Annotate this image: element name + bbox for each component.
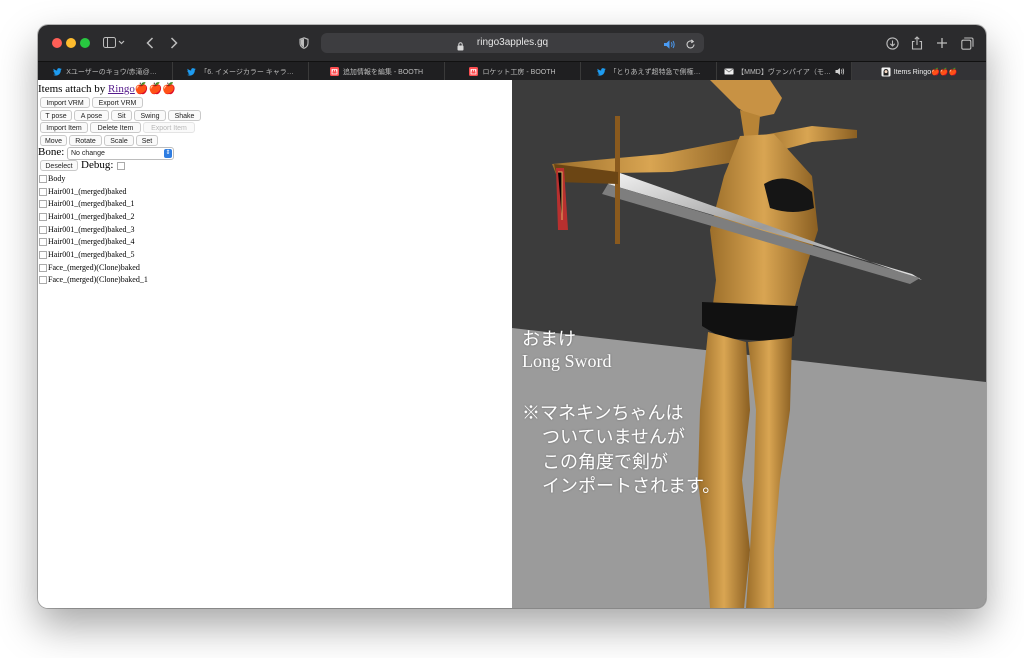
delete-item-button[interactable]: Delete Item xyxy=(90,122,141,133)
new-tab-icon[interactable] xyxy=(935,34,949,52)
booth-icon xyxy=(329,67,339,76)
tab-5[interactable]: 「とりあえず超特急で側権… xyxy=(581,62,717,81)
page-title: Items attach by Ringo🍎🍎🍎 xyxy=(38,82,176,95)
overlay-heading: おまけ xyxy=(522,329,576,349)
mesh-checkbox[interactable] xyxy=(39,188,47,196)
twitter-icon xyxy=(53,67,62,76)
t-pose-button[interactable]: T pose xyxy=(40,110,72,121)
set-button[interactable]: Set xyxy=(136,135,158,146)
audio-playing-icon[interactable] xyxy=(835,67,844,76)
address-bar[interactable]: ringo3apples.gq xyxy=(321,33,704,53)
tab-label: ロケット工房 - BOOTH xyxy=(482,68,556,76)
3d-scene-render xyxy=(512,80,986,608)
reload-icon[interactable] xyxy=(685,37,696,55)
downloads-icon[interactable] xyxy=(885,34,899,52)
browser-toolbar: ringo3apples.gq xyxy=(38,25,986,61)
control-panel: Items attach by Ringo🍎🍎🍎 Import VRM Expo… xyxy=(38,80,512,608)
mesh-checkbox-body[interactable] xyxy=(39,175,47,183)
tab-overview-icon[interactable] xyxy=(960,34,974,52)
debug-label: Debug: xyxy=(81,159,114,171)
close-window-button[interactable] xyxy=(52,38,62,48)
a-pose-button[interactable]: A pose xyxy=(74,110,109,121)
mesh-checkbox[interactable] xyxy=(39,251,47,259)
tab-label: 「6. イメージカラー キャラ… xyxy=(200,68,294,76)
mesh-item: Face_(merged)(Clone)baked_1 xyxy=(48,275,148,284)
mesh-item: Face_(merged)(Clone)baked xyxy=(48,263,140,272)
3d-viewport[interactable]: おまけ Long Sword ※マネキンちゃんは ついていませんが この角度で剣… xyxy=(512,80,986,608)
tab-2[interactable]: 「6. イメージカラー キャラ… xyxy=(173,62,309,81)
tab-1[interactable]: Xユーザーのキョウ/赤滝@… xyxy=(38,62,173,81)
tab-label: Items Ringo🍎🍎🍎 xyxy=(893,68,958,76)
mesh-checkbox[interactable] xyxy=(39,238,47,246)
share-icon[interactable] xyxy=(910,34,924,52)
tab-3[interactable]: 追加情報を編集 - BOOTH xyxy=(309,62,445,81)
twitter-icon xyxy=(187,67,196,76)
overlay-note: ※マネキンちゃんは xyxy=(522,403,684,423)
speaker-icon[interactable] xyxy=(663,37,676,55)
mesh-checkbox[interactable] xyxy=(39,276,47,284)
mail-icon xyxy=(724,67,734,76)
mesh-item: Hair001_(merged)baked_2 xyxy=(48,212,135,221)
forward-icon[interactable] xyxy=(167,34,181,52)
swing-button[interactable]: Swing xyxy=(134,110,166,121)
mesh-item: Hair001_(merged)baked_1 xyxy=(48,199,135,208)
overlay-item-name: Long Sword xyxy=(522,351,612,371)
mesh-checkbox[interactable] xyxy=(39,264,47,272)
booth-icon xyxy=(469,67,479,76)
url-text: ringo3apples.gq xyxy=(476,37,549,48)
debug-checkbox[interactable] xyxy=(117,162,125,170)
apple-icons: 🍎🍎🍎 xyxy=(134,83,176,95)
title-text: Items attach by xyxy=(38,83,108,95)
ringo-link[interactable]: Ringo xyxy=(108,83,135,95)
tab-label: 「とりあえず超特急で側権… xyxy=(609,68,701,76)
tab-bar: Xユーザーのキョウ/赤滝@… 「6. イメージカラー キャラ… 追加情報を編集 … xyxy=(38,61,986,81)
browser-window: ringo3apples.gq Xユーザーのキョウ/赤滝@… 「6. イメージカ… xyxy=(38,25,986,608)
export-item-button[interactable]: Export Item xyxy=(143,122,195,133)
privacy-shield-icon[interactable] xyxy=(297,34,311,52)
shake-button[interactable]: Shake xyxy=(168,110,201,121)
mesh-item: Hair001_(merged)baked xyxy=(48,187,127,196)
tab-4[interactable]: ロケット工房 - BOOTH xyxy=(445,62,581,81)
zoom-window-button[interactable] xyxy=(80,38,90,48)
chevron-updown-icon: ⇕ xyxy=(164,149,172,158)
deselect-button[interactable]: Deselect xyxy=(40,160,78,171)
import-item-button[interactable]: Import Item xyxy=(40,122,88,133)
overlay-note: ついていませんが xyxy=(542,427,685,447)
back-icon[interactable] xyxy=(143,34,157,52)
overlay-note: インポートされます。 xyxy=(542,476,721,496)
tab-6[interactable]: 【MMD】ヴァンパイア（モ… xyxy=(717,62,852,81)
mesh-item: Hair001_(merged)baked_5 xyxy=(48,250,135,259)
bone-label: Bone: xyxy=(38,146,65,158)
mesh-checkbox[interactable] xyxy=(39,226,47,234)
page-content: Items attach by Ringo🍎🍎🍎 Import VRM Expo… xyxy=(38,80,986,608)
sit-button[interactable]: Sit xyxy=(111,110,132,121)
scale-button[interactable]: Scale xyxy=(104,135,134,146)
mesh-item: Hair001_(merged)baked_3 xyxy=(48,225,135,234)
tab-label: 追加情報を編集 - BOOTH xyxy=(342,68,424,76)
sidebar-toggle-icon[interactable] xyxy=(102,34,126,52)
mesh-checkbox[interactable] xyxy=(39,200,47,208)
mesh-item: Body xyxy=(48,174,66,183)
tab-label: 【MMD】ヴァンパイア（モ… xyxy=(737,68,831,76)
import-vrm-button[interactable]: Import VRM xyxy=(40,97,90,108)
tab-label: Xユーザーのキョウ/赤滝@… xyxy=(66,68,157,76)
mesh-item: Hair001_(merged)baked_4 xyxy=(48,237,135,246)
twitter-icon xyxy=(596,67,606,76)
minimize-window-button[interactable] xyxy=(66,38,76,48)
export-vrm-button[interactable]: Export VRM xyxy=(92,97,143,108)
tab-7-active[interactable]: Items Ringo🍎🍎🍎 xyxy=(852,62,986,81)
page-icon xyxy=(881,67,891,77)
bone-select-value: No change xyxy=(71,150,105,157)
overlay-note: この角度で剣が xyxy=(542,452,668,472)
move-button[interactable]: Move xyxy=(40,135,67,146)
rotate-button[interactable]: Rotate xyxy=(69,135,102,146)
mesh-checkbox[interactable] xyxy=(39,213,47,221)
